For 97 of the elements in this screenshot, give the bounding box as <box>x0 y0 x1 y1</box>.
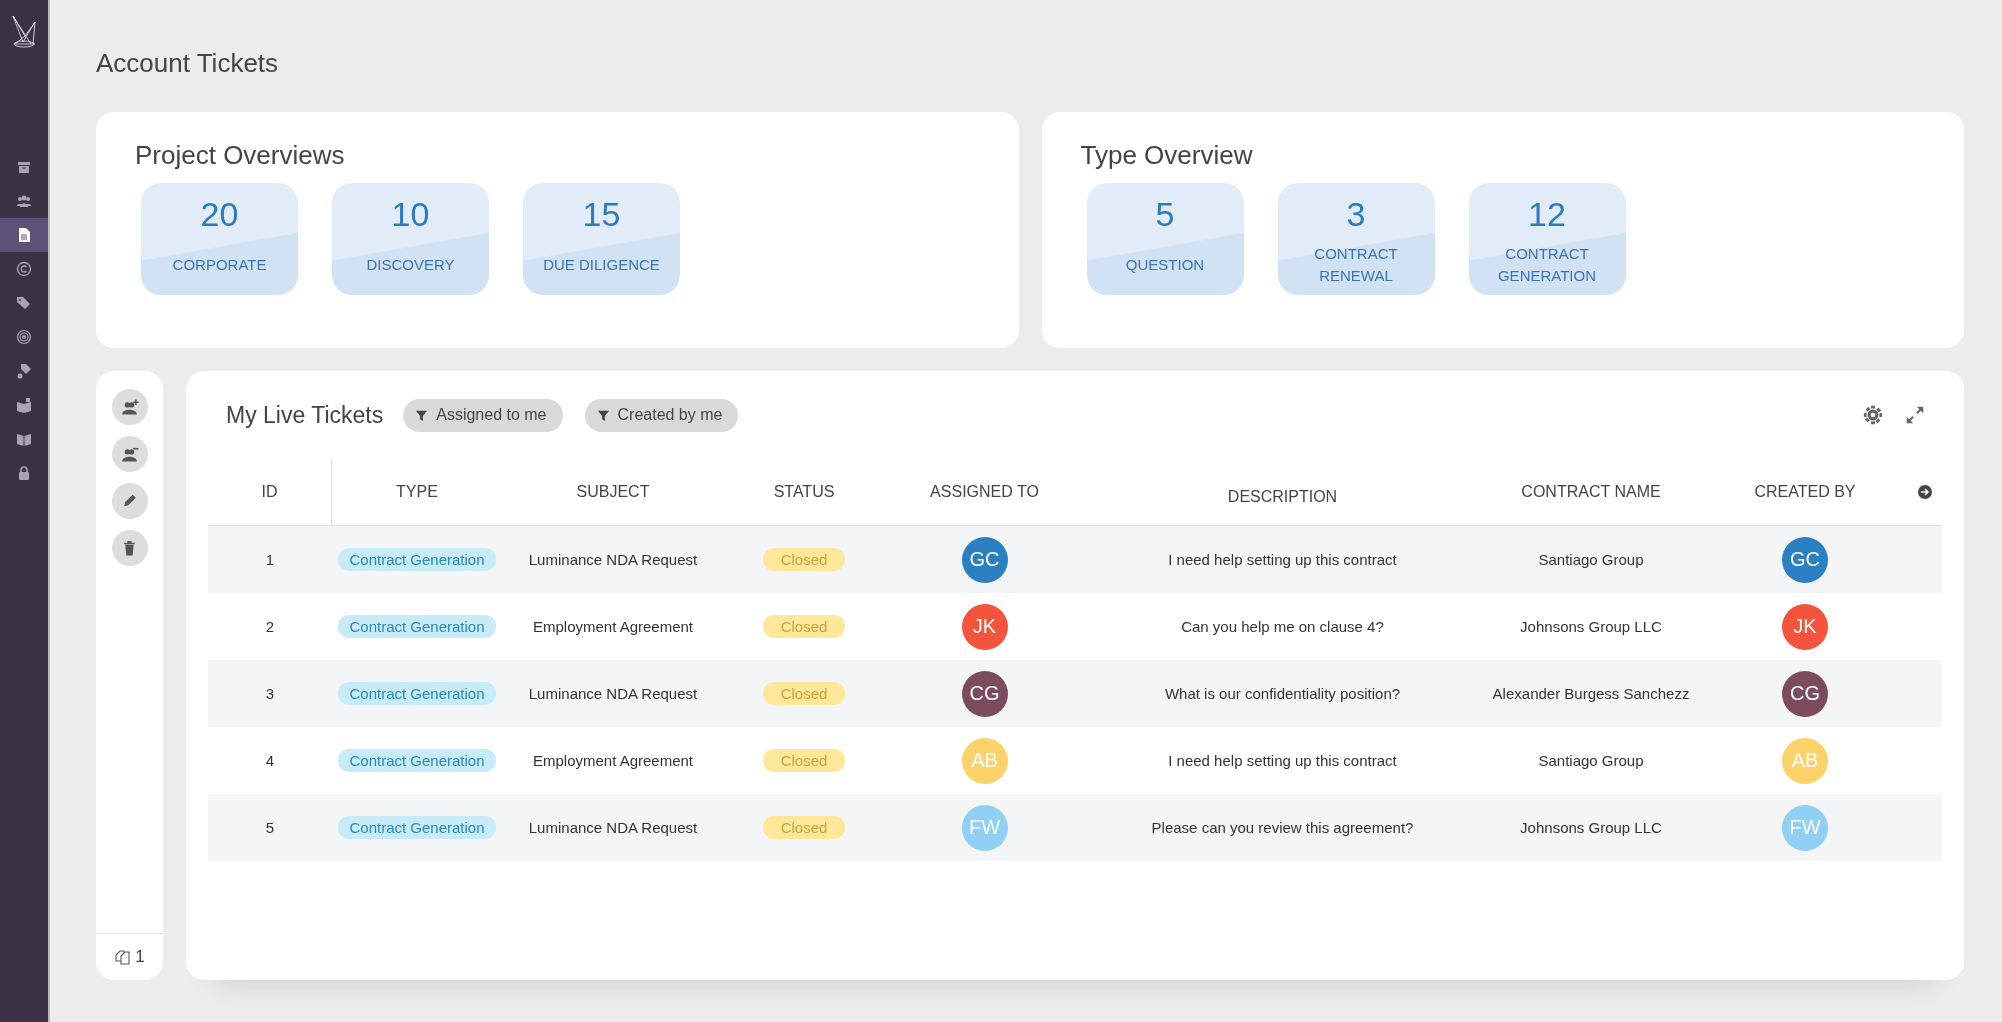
column-header[interactable]: STATUS <box>724 483 884 501</box>
stat-count: 5 <box>1155 195 1175 234</box>
open-book-icon <box>16 431 32 447</box>
type-tag: Contract Generation <box>338 749 496 772</box>
column-header[interactable]: ASSIGNED TO <box>884 483 1085 501</box>
avatar: CG <box>1782 670 1828 717</box>
avatar: AB <box>1782 737 1828 784</box>
copy-icon <box>114 949 132 965</box>
status-tag: Closed <box>762 816 846 839</box>
contract-name-cell: Johnsons Group LLC <box>1520 618 1662 635</box>
stat-label: CONTRACT GENERATION <box>1496 243 1598 286</box>
pencil-button[interactable] <box>111 483 148 519</box>
book-icon <box>16 397 32 413</box>
id-cell: 5 <box>265 819 275 836</box>
document-icon <box>16 227 32 243</box>
remove-users-icon <box>120 445 139 463</box>
target-icon <box>16 329 32 345</box>
stat-count: 15 <box>582 195 621 234</box>
card-title: Project Overviews <box>135 140 346 171</box>
avatar: JK <box>961 603 1008 650</box>
type-tag: Contract Generation <box>338 548 496 571</box>
expand-icon[interactable] <box>1904 404 1926 426</box>
avatar: JK <box>1782 603 1828 650</box>
add-users-button[interactable] <box>111 389 148 425</box>
users-icon <box>16 193 32 209</box>
page-title: Account Tickets <box>96 48 280 80</box>
column-header[interactable]: CONTRACT NAME <box>1480 483 1702 501</box>
trash-button[interactable] <box>111 530 148 566</box>
stat-tile[interactable]: 3 CONTRACT RENEWAL <box>1277 183 1435 295</box>
filter-chip[interactable]: Assigned to me <box>403 398 563 432</box>
avatar: CG <box>961 670 1008 717</box>
avatar: FW <box>1782 804 1828 851</box>
contract-name-cell: Santiago Group <box>1538 752 1644 769</box>
type-tag: Contract Generation <box>338 682 496 705</box>
avatar: GC <box>961 536 1008 583</box>
contract-name-cell: Santiago Group <box>1538 551 1644 568</box>
tags-icon <box>16 295 32 311</box>
archive-icon <box>16 159 32 175</box>
id-cell: 1 <box>265 551 275 568</box>
description-cell: Please can you review this agreement? <box>1151 819 1414 836</box>
stat-label: DUE DILIGENCE <box>543 254 660 275</box>
status-tag: Closed <box>762 548 846 571</box>
id-cell: 4 <box>265 752 275 769</box>
subject-cell: Employment Agreement <box>532 752 694 769</box>
stat-tile[interactable]: 20 CORPORATE <box>141 183 298 295</box>
status-tag: Closed <box>762 749 846 772</box>
stat-label: DISCOVERY <box>366 254 455 275</box>
lock-icon <box>16 465 32 481</box>
stat-label: CORPORATE <box>172 254 267 275</box>
column-header[interactable]: SUBJECT <box>502 483 724 501</box>
stat-tile[interactable]: 10 DISCOVERY <box>332 183 489 295</box>
stat-count: 12 <box>1528 195 1566 234</box>
column-header[interactable]: TYPE <box>332 483 502 501</box>
subject-cell: Employment Agreement <box>532 618 694 635</box>
avatar: GC <box>1782 536 1828 583</box>
status-tag: Closed <box>762 615 846 638</box>
filter-icon <box>596 408 610 422</box>
stat-count: 20 <box>200 195 239 234</box>
subject-cell: Luminance NDA Request <box>528 819 698 836</box>
stat-count: 10 <box>391 195 430 234</box>
page-count: 1 <box>135 947 145 967</box>
avatar: AB <box>961 737 1008 784</box>
card-title: Type Overview <box>1080 140 1254 171</box>
stat-label: QUESTION <box>1125 254 1205 275</box>
tag-icon <box>16 363 32 379</box>
panel-title: My Live Tickets <box>226 401 384 429</box>
id-cell: 2 <box>265 618 275 635</box>
subject-cell: Luminance NDA Request <box>528 551 698 568</box>
id-cell: 3 <box>265 685 275 702</box>
column-header[interactable]: DESCRIPTION <box>1085 488 1480 506</box>
column-header[interactable]: CREATED BY <box>1702 483 1908 501</box>
stat-label: CONTRACT RENEWAL <box>1313 243 1399 286</box>
arrow-right-icon[interactable] <box>1917 484 1933 500</box>
subject-cell: Luminance NDA Request <box>528 685 698 702</box>
description-cell: What is our confidentiality position? <box>1164 685 1401 702</box>
filter-icon <box>415 408 429 422</box>
settings-icon[interactable] <box>1862 404 1884 426</box>
description-cell: Can you help me on clause 4? <box>1181 618 1384 635</box>
stat-count: 3 <box>1346 195 1366 234</box>
description-cell: I need help setting up this contract <box>1168 551 1397 568</box>
copyright-icon <box>16 261 32 277</box>
type-tag: Contract Generation <box>338 816 496 839</box>
sidebar-item[interactable] <box>0 218 48 252</box>
contract-name-cell: Johnsons Group LLC <box>1520 819 1662 836</box>
contract-name-cell: Alexander Burgess Sanchezz <box>1492 685 1690 702</box>
avatar: FW <box>961 804 1008 851</box>
stat-tile[interactable]: 12 CONTRACT GENERATION <box>1468 183 1626 295</box>
status-tag: Closed <box>762 682 846 705</box>
logo-icon[interactable] <box>11 14 37 50</box>
column-header[interactable]: ID <box>208 459 332 525</box>
filter-chip[interactable]: Created by me <box>584 398 739 432</box>
stat-tile[interactable]: 5 QUESTION <box>1086 183 1244 295</box>
type-tag: Contract Generation <box>338 615 496 638</box>
stat-tile[interactable]: 15 DUE DILIGENCE <box>523 183 680 295</box>
description-cell: I need help setting up this contract <box>1168 752 1397 769</box>
add-users-icon <box>120 398 139 416</box>
remove-users-button[interactable] <box>111 436 148 472</box>
